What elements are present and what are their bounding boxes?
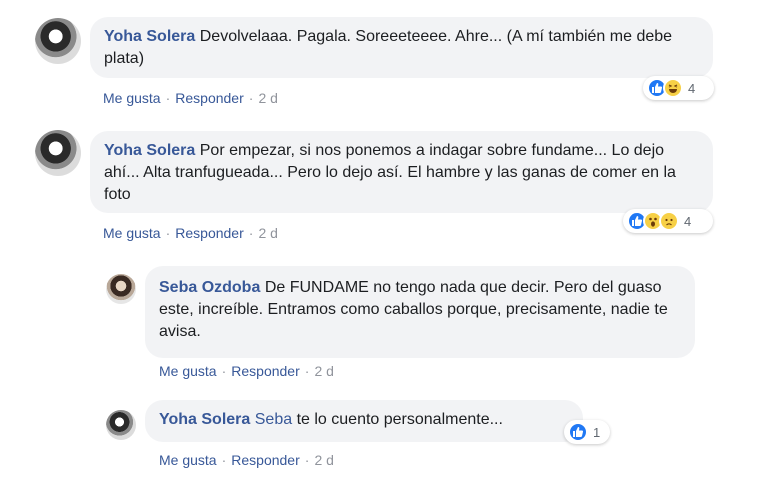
reply-author[interactable]: Yoha Solera [159,411,250,428]
avatar[interactable] [106,410,136,440]
timestamp[interactable]: 2 d [314,363,333,379]
separator: · [304,363,310,379]
reply-actions: Me gusta · Responder · 2 d [159,363,334,379]
separator: · [248,225,254,241]
comment-actions: Me gusta · Responder · 2 d [103,225,278,241]
reply-link[interactable]: Responder [231,363,300,379]
reply-bubble: Seba Ozdoba De FUNDAME no tengo nada que… [145,266,695,358]
like-link[interactable]: Me gusta [159,363,217,379]
reply-link[interactable]: Responder [231,452,300,468]
reply-link[interactable]: Responder [175,225,244,241]
comment-bubble: Yoha Solera Por empezar, si nos ponemos … [90,131,713,213]
comment-actions: Me gusta · Responder · 2 d [103,90,278,106]
reaction-count: 4 [688,80,696,96]
separator: · [221,363,227,379]
avatar[interactable] [106,274,136,304]
comment-author[interactable]: Yoha Solera [104,28,195,45]
reply-link[interactable]: Responder [175,90,244,106]
reply-actions: Me gusta · Responder · 2 d [159,452,334,468]
like-link[interactable]: Me gusta [159,452,217,468]
avatar[interactable] [35,130,81,176]
avatar[interactable] [35,18,81,64]
reaction-count: 1 [593,424,601,440]
reaction-summary[interactable]: 4 [643,76,714,100]
separator: · [165,90,171,106]
timestamp[interactable]: 2 d [314,452,333,468]
comment-author[interactable]: Yoha Solera [104,142,195,159]
comment-bubble: Yoha Solera Devolvelaaa. Pagala. Soreeet… [90,17,713,78]
separator: · [165,225,171,241]
mention-link[interactable]: Seba [255,411,292,428]
haha-reaction-icon [663,78,683,98]
separator: · [221,452,227,468]
reaction-summary[interactable]: 4 [623,209,713,233]
reply-author[interactable]: Seba Ozdoba [159,279,260,296]
reply: Yoha Solera Seba te lo cuento personalme… [0,390,768,488]
comment: Yoha Solera Por empezar, si nos ponemos … [0,120,768,255]
separator: · [248,90,254,106]
reply: Seba Ozdoba De FUNDAME no tengo nada que… [0,255,768,390]
like-link[interactable]: Me gusta [103,90,161,106]
timestamp[interactable]: 2 d [258,90,277,106]
separator: · [304,452,310,468]
timestamp[interactable]: 2 d [258,225,277,241]
like-reaction-icon [568,422,588,442]
sad-reaction-icon [659,211,679,231]
comment: Yoha Solera Devolvelaaa. Pagala. Soreeet… [0,0,768,120]
reply-text: te lo cuento personalmente... [296,411,503,428]
like-link[interactable]: Me gusta [103,225,161,241]
reaction-summary[interactable]: 1 [564,420,610,444]
reaction-count: 4 [684,213,692,229]
reply-bubble: Yoha Solera Seba te lo cuento personalme… [145,400,583,442]
